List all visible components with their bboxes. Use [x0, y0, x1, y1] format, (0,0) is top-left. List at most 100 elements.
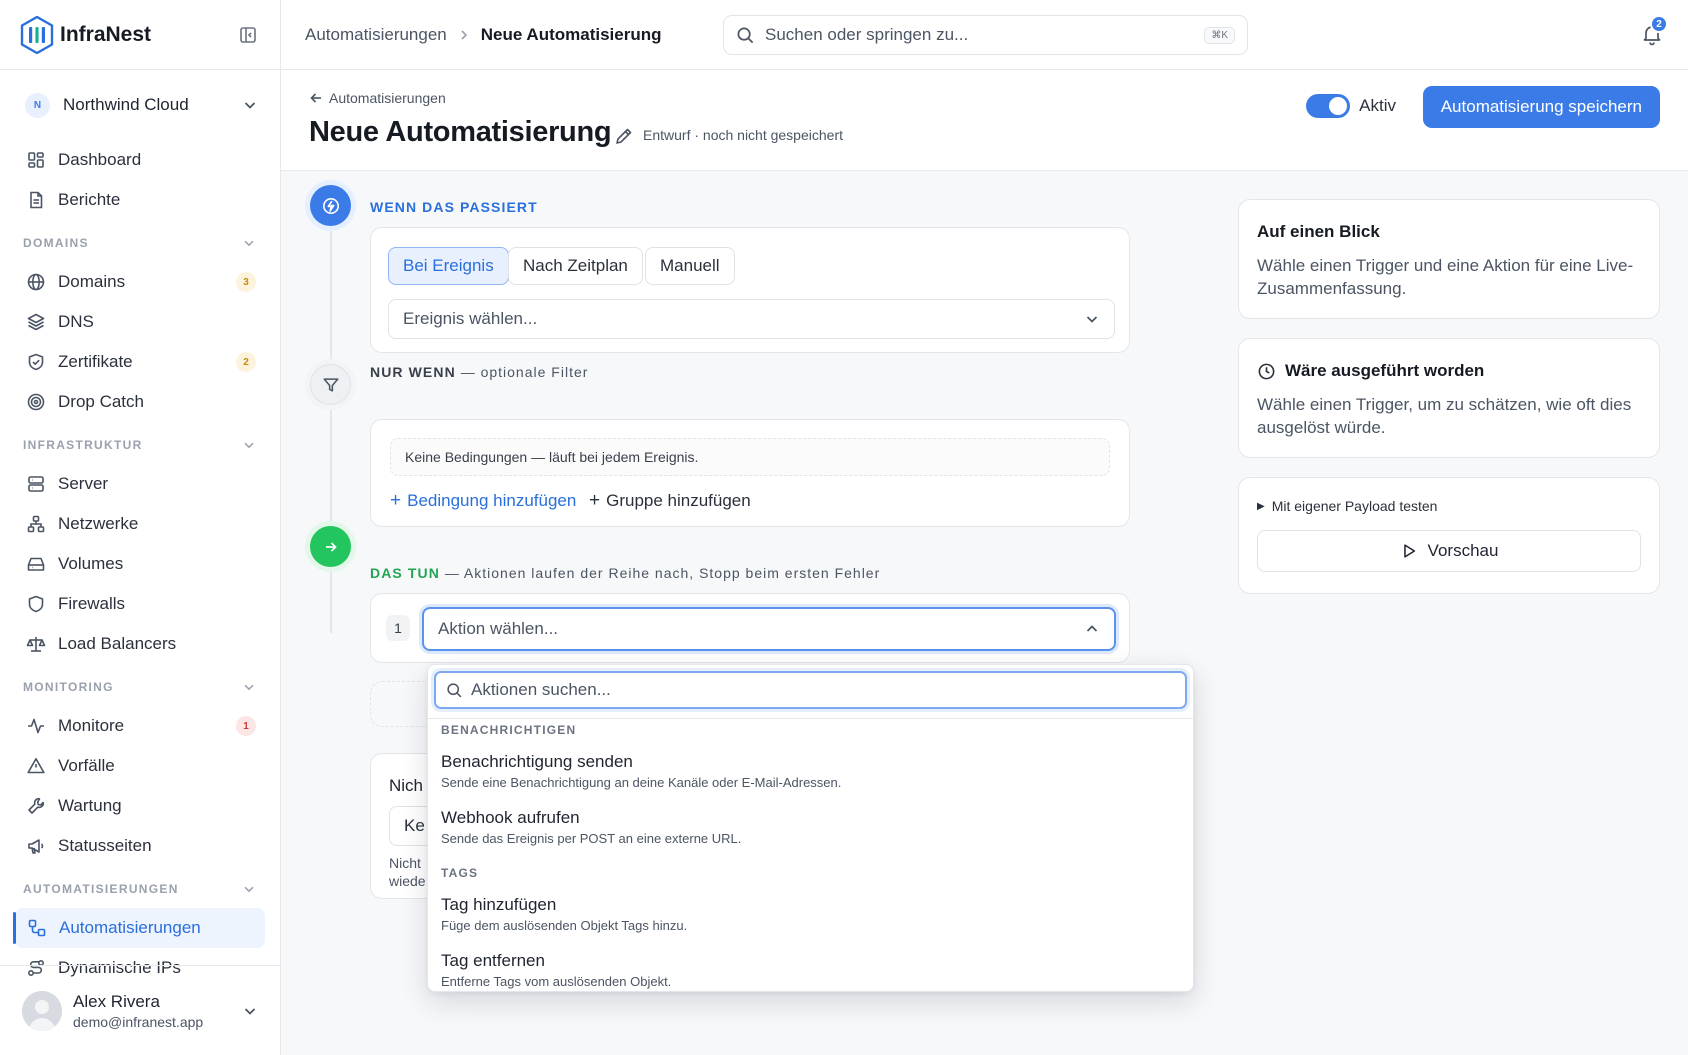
sidebar-item-reports[interactable]: Berichte	[0, 180, 280, 220]
disclosure-triangle-icon: ▶	[1257, 500, 1265, 512]
dropdown-option-call-webhook[interactable]: Webhook aufrufen Sende das Ereignis per …	[441, 808, 1180, 846]
trigger-mode-schedule[interactable]: Nach Zeitplan	[508, 247, 643, 285]
step-subheading-text: — Aktionen laufen der Reihe nach, Stopp …	[444, 565, 881, 581]
back-link-label: Automatisierungen	[329, 90, 446, 106]
sidebar-section-domains[interactable]: DOMAINS	[0, 224, 280, 262]
filter-icon	[322, 377, 339, 392]
sidebar-item-label: Server	[58, 474, 109, 493]
add-condition-button[interactable]: + Bedingung hinzufügen	[390, 490, 576, 512]
payload-test-card: ▶ Mit eigener Payload testen Vorschau	[1238, 477, 1660, 594]
back-link[interactable]: Automatisierungen	[309, 90, 446, 106]
error-card-title: Nich	[389, 776, 424, 795]
sidebar-section-automations[interactable]: AUTOMATISIERUNGEN	[0, 870, 280, 908]
add-group-button[interactable]: + Gruppe hinzufügen	[589, 490, 751, 512]
sidebar-collapse-icon[interactable]	[238, 25, 258, 45]
action-card: 1 Aktion wählen...	[370, 593, 1130, 663]
sidebar-item-monitors[interactable]: Monitore 1	[0, 706, 280, 746]
globe-icon	[27, 273, 45, 291]
sidebar-item-certificates[interactable]: Zertifikate 2	[0, 342, 280, 382]
user-menu[interactable]: Alex Rivera demo@infranest.app	[0, 965, 280, 1055]
sidebar-item-maintenance[interactable]: Wartung	[0, 786, 280, 826]
search-icon	[737, 27, 754, 43]
payload-disclosure[interactable]: ▶ Mit eigener Payload testen	[1257, 498, 1437, 514]
global-search[interactable]: Suchen oder springen zu... ⌘K	[723, 15, 1248, 55]
action-search-input[interactable]: Aktionen suchen...	[434, 671, 1187, 709]
step-heading-text: NUR WENN	[370, 364, 456, 380]
sidebar-item-dns[interactable]: DNS	[0, 302, 280, 342]
step-heading-text: WENN DAS PASSIERT	[370, 199, 538, 215]
play-icon	[1403, 544, 1415, 558]
save-automation-button[interactable]: Automatisierung speichern	[1422, 86, 1660, 128]
logo-icon	[20, 15, 54, 54]
megaphone-icon	[28, 839, 44, 854]
action-step-number: 1	[386, 615, 410, 641]
sidebar-section-infrastructure[interactable]: INFRASTRUKTUR	[0, 426, 280, 464]
toggle-label: Aktiv	[1359, 96, 1396, 115]
chevron-down-icon	[244, 442, 254, 449]
option-title: Webhook aufrufen	[441, 808, 580, 827]
server-icon	[28, 476, 44, 492]
dropdown-option-add-tag[interactable]: Tag hinzufügen Füge dem auslösenden Obje…	[441, 895, 1180, 933]
breadcrumb-parent[interactable]: Automatisierungen	[305, 25, 447, 45]
toggle-switch[interactable]	[1306, 94, 1351, 118]
would-run-title-text: Wäre ausgeführt worden	[1285, 361, 1485, 380]
sidebar-item-automations[interactable]: Automatisierungen	[13, 908, 265, 948]
sidebar-item-label: Volumes	[58, 554, 124, 573]
trigger-step-heading: WENN DAS PASSIERT	[370, 199, 538, 215]
sidebar-item-server[interactable]: Server	[0, 464, 280, 504]
org-avatar: N	[25, 92, 50, 118]
event-select[interactable]: Ereignis wählen...	[388, 299, 1115, 339]
workflow-icon	[28, 919, 46, 937]
dropdown-option-remove-tag[interactable]: Tag entfernen Entferne Tags vom auslösen…	[441, 951, 1180, 989]
trigger-step-marker	[310, 185, 351, 226]
sidebar-item-status-pages[interactable]: Statusseiten	[0, 826, 280, 866]
chevron-down-icon	[1086, 316, 1098, 323]
action-select[interactable]: Aktion wählen...	[422, 607, 1116, 651]
arrow-left-icon	[310, 93, 321, 103]
sidebar-item-load-balancers[interactable]: Load Balancers	[0, 624, 280, 664]
section-title: INFRASTRUKTUR	[23, 438, 143, 452]
shield-icon	[28, 595, 44, 613]
empty-conditions: Keine Bedingungen — läuft bei jedem Erei…	[390, 438, 1110, 476]
user-email: demo@infranest.app	[73, 1013, 204, 1030]
sidebar-section-monitoring[interactable]: MONITORING	[0, 668, 280, 706]
count-badge: 1	[236, 716, 256, 736]
sidebar: InfraNest N Northwind Cloud Dashboard Be…	[0, 0, 281, 1055]
drive-icon	[27, 557, 45, 571]
scale-icon	[26, 637, 46, 652]
sidebar-item-networks[interactable]: Netzwerke	[0, 504, 280, 544]
sidebar-item-dashboard[interactable]: Dashboard	[0, 140, 280, 180]
topbar: Automatisierungen Neue Automatisierung S…	[281, 0, 1688, 70]
sidebar-item-domains[interactable]: Domains 3	[0, 262, 280, 302]
logo-row: InfraNest	[0, 0, 280, 70]
step-rail	[330, 228, 332, 633]
chevron-down-icon	[244, 240, 254, 247]
preview-button[interactable]: Vorschau	[1257, 530, 1641, 572]
sidebar-item-incidents[interactable]: Vorfälle	[0, 746, 280, 786]
target-icon	[27, 393, 45, 411]
sidebar-item-drop-catch[interactable]: Drop Catch	[0, 382, 280, 422]
divider	[428, 718, 1193, 719]
filter-step-marker	[310, 364, 351, 405]
dropdown-option-send-notification[interactable]: Benachrichtigung senden Sende eine Benac…	[441, 752, 1180, 790]
action-search-placeholder: Aktionen suchen...	[471, 680, 611, 699]
sidebar-item-firewalls[interactable]: Firewalls	[0, 584, 280, 624]
active-toggle[interactable]: Aktiv	[1306, 94, 1396, 118]
user-info: Alex Rivera demo@infranest.app	[73, 992, 242, 1030]
org-switcher[interactable]: N Northwind Cloud	[0, 70, 280, 140]
summary-text: Wähle einen Trigger und eine Aktion für …	[1257, 256, 1634, 298]
trigger-mode-manual[interactable]: Manuell	[645, 247, 735, 285]
pencil-icon[interactable]	[614, 126, 634, 146]
sidebar-item-volumes[interactable]: Volumes	[0, 544, 280, 584]
add-group-label: Gruppe hinzufügen	[606, 491, 751, 510]
layers-icon	[27, 313, 45, 331]
trigger-mode-event[interactable]: Bei Ereignis	[388, 247, 509, 285]
section-title: DOMAINS	[23, 236, 89, 250]
plus-icon: +	[390, 490, 402, 511]
sidebar-item-label: Dashboard	[58, 150, 142, 169]
option-title: Tag entfernen	[441, 951, 545, 970]
action-step-marker	[310, 526, 351, 567]
arrow-right-icon	[325, 541, 337, 552]
sidebar-item-label: Zertifikate	[58, 352, 133, 371]
network-icon	[27, 515, 45, 533]
